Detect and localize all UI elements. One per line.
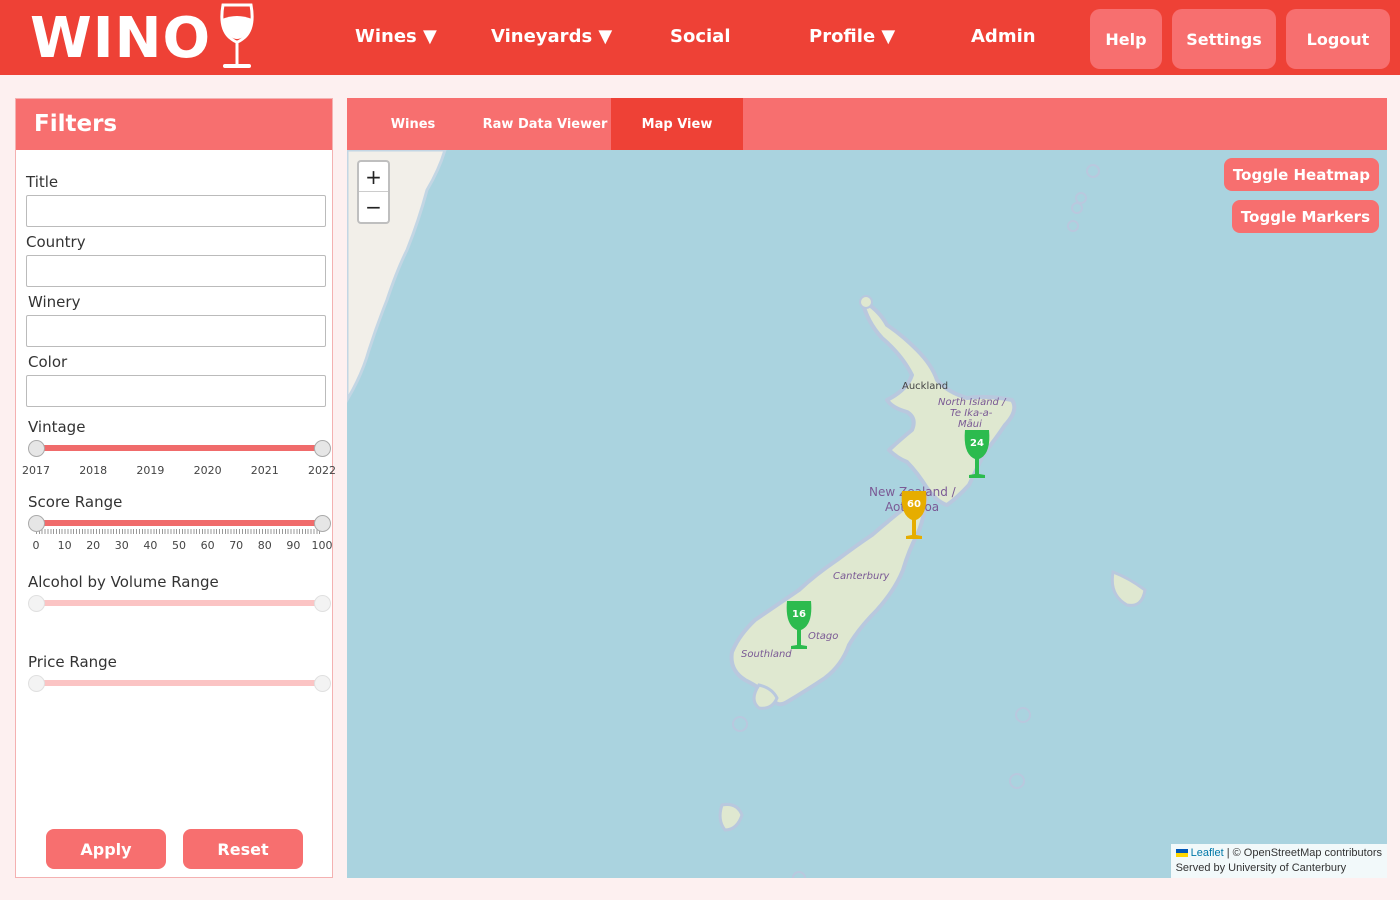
price-range-label: Price Range (28, 653, 117, 671)
wine-cluster-marker[interactable]: 24 (963, 428, 991, 484)
country-input[interactable] (26, 255, 326, 287)
vintage-min-handle[interactable] (28, 440, 45, 457)
filters-title: Filters (16, 99, 332, 150)
slider-tick-label: 70 (229, 539, 244, 552)
vintage-max-handle[interactable] (314, 440, 331, 457)
slider-tick-label: 2019 (136, 464, 165, 477)
wino-logo[interactable]: WINO (30, 2, 257, 74)
wine-cluster-marker[interactable]: 16 (785, 599, 813, 655)
zoom-in-button[interactable]: + (359, 162, 388, 192)
nav-admin[interactable]: Admin (971, 26, 1036, 47)
slider-tick-label: 2021 (250, 464, 279, 477)
vintage-label: Vintage (28, 418, 86, 436)
abv-min-handle[interactable] (28, 595, 45, 612)
settings-button[interactable]: Settings (1172, 9, 1276, 69)
score-range-label: Score Range (28, 493, 123, 511)
abv-slider-track[interactable] (36, 600, 322, 606)
color-input[interactable] (26, 375, 326, 407)
nav-social[interactable]: Social (670, 26, 731, 47)
top-navbar: WINO Wines ▼ Vineyards ▼ Social Profile … (0, 0, 1400, 75)
ukraine-flag-icon (1175, 849, 1188, 858)
wine-glass-icon (220, 3, 254, 68)
leaflet-link[interactable]: Leaflet (1191, 847, 1224, 859)
slider-tick-label: 2017 (22, 464, 50, 477)
osm-attribution: | © OpenStreetMap contributors (1226, 847, 1382, 859)
toggle-markers-button[interactable]: Toggle Markers (1231, 200, 1379, 233)
slider-tick-label: 60 (200, 539, 215, 552)
wine-glass-marker-icon (901, 491, 927, 539)
winery-label: Winery (28, 293, 81, 311)
winery-input[interactable] (26, 315, 326, 347)
place-north-island-2: Te Ika-a- (950, 408, 993, 419)
slider-tick-label: 10 (57, 539, 72, 552)
vintage-slider-track[interactable] (36, 445, 322, 451)
country-label: Country (26, 233, 86, 251)
place-canterbury: Canterbury (833, 571, 890, 582)
nav-wines-dropdown[interactable]: Wines ▼ (355, 26, 437, 47)
wine-glass-marker-icon (786, 601, 812, 649)
slider-tick-label: 90 (286, 539, 301, 552)
map-attribution: Leaflet | © OpenStreetMap contributors S… (1170, 844, 1387, 878)
slider-tick-label: 40 (143, 539, 158, 552)
apply-button[interactable]: Apply (46, 829, 166, 869)
color-label: Color (28, 353, 68, 371)
title-label: Title (26, 173, 59, 191)
marker-count: 24 (970, 438, 984, 449)
tab-raw-data-viewer[interactable]: Raw Data Viewer (479, 98, 611, 150)
score-slider-track[interactable] (36, 520, 322, 526)
slider-tick-label: 30 (114, 539, 129, 552)
abv-range-label: Alcohol by Volume Range (28, 573, 219, 591)
filters-panel: Filters Title Country Winery Color Vinta… (15, 98, 336, 878)
score-minor-ticks (36, 529, 322, 534)
tab-wines[interactable]: Wines (347, 98, 479, 150)
abv-max-handle[interactable] (314, 595, 331, 612)
main-panel: Wines Raw Data Viewer Map View Auckland … (347, 98, 1387, 878)
price-slider-track[interactable] (36, 680, 322, 686)
slider-tick-label: 50 (172, 539, 186, 552)
slider-tick-label: 20 (86, 539, 101, 552)
wine-cluster-marker[interactable]: 60 (900, 489, 928, 545)
slider-tick-label: 2020 (193, 464, 222, 477)
marker-count: 16 (792, 609, 806, 620)
nav-vineyards-dropdown[interactable]: Vineyards ▼ (491, 26, 612, 47)
place-auckland: Auckland (902, 381, 949, 392)
score-max-handle[interactable] (314, 515, 331, 532)
view-tabs: Wines Raw Data Viewer Map View (347, 98, 1387, 150)
slider-tick-label: 2022 (308, 464, 336, 477)
help-button[interactable]: Help (1090, 9, 1162, 69)
map-view[interactable]: Auckland North Island / Te Ika-a- Māui N… (347, 150, 1387, 878)
logo-text: WINO (30, 5, 212, 71)
price-min-handle[interactable] (28, 675, 45, 692)
nav-profile-dropdown[interactable]: Profile ▼ (809, 26, 895, 47)
title-input[interactable] (26, 195, 326, 227)
slider-tick-label: 80 (257, 539, 272, 552)
reset-button[interactable]: Reset (183, 829, 303, 869)
tab-map-view[interactable]: Map View (611, 98, 743, 150)
marker-count: 60 (907, 499, 921, 510)
toggle-heatmap-button[interactable]: Toggle Heatmap (1223, 158, 1379, 191)
zoom-control: + − (357, 160, 390, 224)
slider-tick-label: 100 (311, 539, 333, 552)
served-by-text: Served by University of Canterbury (1175, 862, 1347, 874)
slider-tick-label: 2018 (79, 464, 108, 477)
zoom-out-button[interactable]: − (359, 192, 388, 222)
place-north-island-1: North Island / (938, 397, 1006, 408)
logout-button[interactable]: Logout (1286, 9, 1390, 69)
score-min-handle[interactable] (28, 515, 45, 532)
price-max-handle[interactable] (314, 675, 331, 692)
map-terrain (347, 150, 1147, 878)
slider-tick-label: 0 (32, 539, 40, 552)
wine-glass-marker-icon (964, 430, 990, 478)
